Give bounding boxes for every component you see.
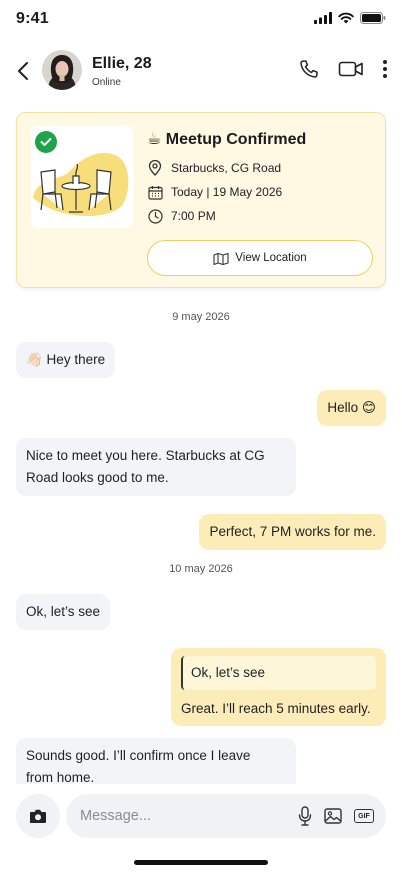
microphone-icon <box>298 806 312 826</box>
meetup-date: Today | 19 May 2026 <box>171 185 283 199</box>
message-text-line: Road looks good to me. <box>26 470 169 485</box>
composer-actions: GIF <box>298 806 374 826</box>
contact-name[interactable]: Ellie, 28 <box>92 55 152 73</box>
status-time: 9:41 <box>16 10 49 27</box>
more-vertical-icon <box>383 60 387 78</box>
message-text-line: Sounds good. I’ll confirm once I leave <box>26 748 251 763</box>
signal-icon <box>314 12 332 24</box>
phone-icon <box>300 60 318 78</box>
reply-quote[interactable]: Ok, let’s see <box>181 656 376 690</box>
video-camera-icon <box>338 61 363 77</box>
message-text-line: from home. <box>26 770 95 784</box>
wifi-icon <box>338 12 354 24</box>
message-incoming[interactable]: Nice to meet you here. Starbucks at CG R… <box>16 438 296 496</box>
message-text-line: Nice to meet you here. Starbucks at CG <box>26 448 265 463</box>
message-outgoing[interactable]: Hello 😊 <box>317 390 386 426</box>
message-input-container: GIF <box>66 794 386 838</box>
meetup-location: Starbucks, CG Road <box>171 161 282 175</box>
status-icons <box>314 12 386 24</box>
view-location-button[interactable]: View Location <box>147 240 373 276</box>
chevron-left-icon <box>18 62 28 80</box>
confirmed-check-icon <box>35 131 57 153</box>
message-outgoing[interactable]: Perfect, 7 PM works for me. <box>199 514 386 550</box>
map-icon <box>213 252 229 265</box>
back-button[interactable] <box>12 58 34 84</box>
meetup-time-row: 7:00 PM <box>147 208 216 224</box>
location-pin-icon <box>147 160 163 176</box>
chat-header: Ellie, 28 Online <box>0 48 402 94</box>
avatar[interactable] <box>42 50 82 90</box>
date-separator: 9 may 2026 <box>172 311 230 323</box>
battery-icon <box>360 12 386 24</box>
meetup-card: ☕ Meetup Confirmed Starbucks, CG Road To… <box>16 112 386 288</box>
message-incoming[interactable]: Ok, let’s see <box>16 594 111 630</box>
contact-status: Online <box>92 77 121 88</box>
message-text: Perfect, 7 PM works for me. <box>209 524 376 539</box>
view-location-label: View Location <box>235 252 307 264</box>
voice-message-button[interactable] <box>298 806 312 826</box>
gif-icon: GIF <box>354 809 374 823</box>
message-text: Ok, let’s see <box>26 604 101 619</box>
more-options-button[interactable] <box>382 59 388 79</box>
message-incoming[interactable]: Sounds good. I’ll confirm once I leave f… <box>16 738 296 784</box>
image-icon <box>324 808 342 824</box>
video-call-button[interactable] <box>338 59 364 79</box>
message-incoming[interactable]: 👋🏻 Hey there <box>16 342 116 378</box>
avatar-image <box>42 50 82 90</box>
meetup-date-row: Today | 19 May 2026 <box>147 184 282 200</box>
message-text: 👋🏻 Hey there <box>26 352 106 367</box>
camera-icon <box>30 809 46 823</box>
gif-button[interactable]: GIF <box>354 809 374 823</box>
call-button[interactable] <box>298 58 320 80</box>
message-text: Great. I’ll reach 5 minutes early. <box>181 701 371 716</box>
attach-image-button[interactable] <box>324 808 342 824</box>
message-input[interactable] <box>80 805 280 827</box>
calendar-icon <box>147 184 163 200</box>
camera-button[interactable] <box>16 794 60 838</box>
meetup-location-row: Starbucks, CG Road <box>147 160 281 176</box>
header-actions <box>298 58 388 80</box>
home-indicator <box>134 860 268 865</box>
meetup-title: ☕ Meetup Confirmed <box>147 131 307 148</box>
date-separator: 10 may 2026 <box>169 563 233 575</box>
message-composer: GIF <box>0 784 402 848</box>
clock-icon <box>147 208 163 224</box>
message-text: Hello 😊 <box>327 400 376 415</box>
message-outgoing-reply[interactable]: Ok, let’s see Great. I’ll reach 5 minute… <box>171 648 386 726</box>
meetup-time: 7:00 PM <box>171 209 216 223</box>
status-bar: 9:41 <box>0 0 402 40</box>
